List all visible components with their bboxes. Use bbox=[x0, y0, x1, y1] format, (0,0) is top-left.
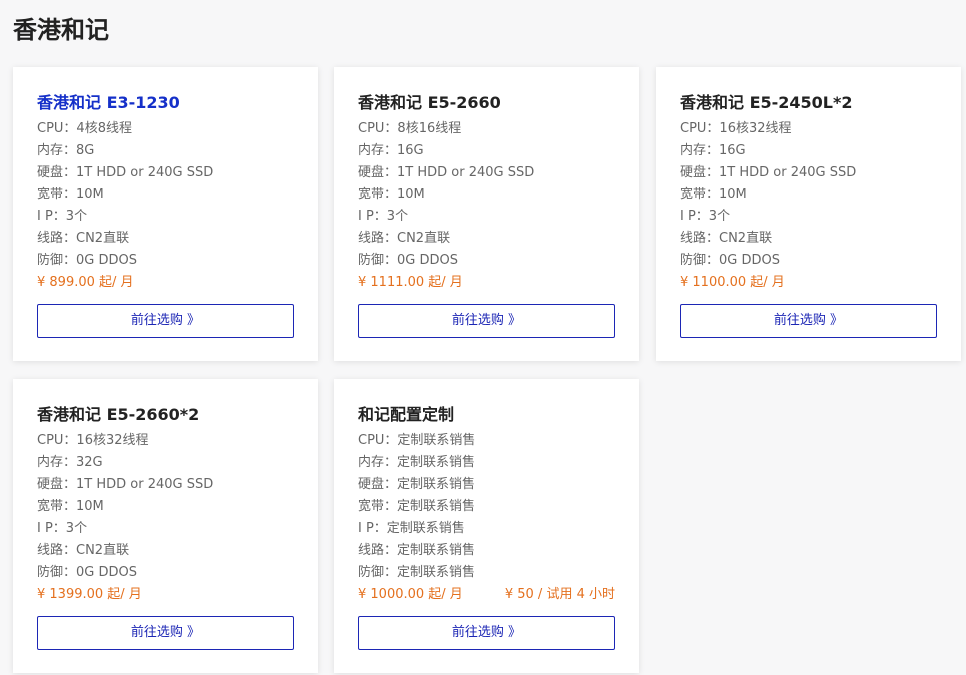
spec-ip: I P：3个 bbox=[358, 209, 409, 224]
price: ¥ 1000.00 起/ 月 bbox=[358, 587, 463, 602]
spec-memory: 内存：8G bbox=[37, 143, 95, 158]
product-card-e5-2660-x2: 香港和记 E5-2660*2 CPU：16核32线程 内存：32G 硬盘：1T … bbox=[13, 379, 318, 673]
price-row: ¥ 1111.00 起/ 月 bbox=[358, 272, 615, 294]
spec-line: 线路：CN2直联 bbox=[358, 231, 451, 246]
trial-price: ¥ 50 / 试用 4 小时 bbox=[504, 587, 615, 602]
buy-button[interactable]: 前往选购 》 bbox=[358, 616, 615, 650]
spec-ip: I P：3个 bbox=[37, 521, 88, 536]
spec-ip: I P：3个 bbox=[680, 209, 731, 224]
spec-line: 线路：CN2直联 bbox=[37, 231, 130, 246]
spec-bandwidth: 宽带：10M bbox=[358, 187, 425, 202]
product-card-e5-2660: 香港和记 E5-2660 CPU：8核16线程 内存：16G 硬盘：1T HDD… bbox=[334, 67, 639, 361]
spec-line: 线路：定制联系销售 bbox=[358, 543, 476, 558]
spec-defense: 防御：0G DDOS bbox=[358, 253, 458, 268]
buy-button[interactable]: 前往选购 》 bbox=[37, 304, 294, 338]
card-title[interactable]: 香港和记 E5-2660 bbox=[358, 91, 615, 115]
price-row: ¥ 899.00 起/ 月 bbox=[37, 272, 294, 294]
spec-defense: 防御：0G DDOS bbox=[37, 565, 137, 580]
spec-cpu: CPU：16核32线程 bbox=[680, 121, 792, 136]
spec-memory: 内存：32G bbox=[37, 455, 103, 470]
spec-line: 线路：CN2直联 bbox=[37, 543, 130, 558]
price: ¥ 1111.00 起/ 月 bbox=[358, 275, 463, 290]
spec-bandwidth: 宽带：10M bbox=[37, 499, 104, 514]
card-title[interactable]: 香港和记 E5-2450L*2 bbox=[680, 91, 937, 115]
price-row: ¥ 1000.00 起/ 月 ¥ 50 / 试用 4 小时 bbox=[358, 584, 615, 606]
spec-cpu: CPU：16核32线程 bbox=[37, 433, 149, 448]
price: ¥ 899.00 起/ 月 bbox=[37, 275, 134, 290]
price-row: ¥ 1399.00 起/ 月 bbox=[37, 584, 294, 606]
spec-cpu: CPU：4核8线程 bbox=[37, 121, 132, 136]
card-title[interactable]: 和记配置定制 bbox=[358, 403, 615, 427]
buy-button[interactable]: 前往选购 》 bbox=[680, 304, 937, 338]
spec-memory: 内存：16G bbox=[680, 143, 746, 158]
spec-disk: 硬盘：1T HDD or 240G SSD bbox=[358, 165, 535, 180]
spec-bandwidth: 宽带：10M bbox=[37, 187, 104, 202]
price: ¥ 1399.00 起/ 月 bbox=[37, 587, 142, 602]
spec-defense: 防御：0G DDOS bbox=[37, 253, 137, 268]
product-card-e3-1230: 香港和记 E3-1230 CPU：4核8线程 内存：8G 硬盘：1T HDD o… bbox=[13, 67, 318, 361]
product-card-custom: 和记配置定制 CPU：定制联系销售 内存：定制联系销售 硬盘：定制联系销售 宽带… bbox=[334, 379, 639, 673]
page-title: 香港和记 bbox=[13, 16, 109, 44]
spec-disk: 硬盘：定制联系销售 bbox=[358, 477, 476, 492]
spec-cpu: CPU：8核16线程 bbox=[358, 121, 462, 136]
product-card-e5-2450l-x2: 香港和记 E5-2450L*2 CPU：16核32线程 内存：16G 硬盘：1T… bbox=[656, 67, 961, 361]
spec-line: 线路：CN2直联 bbox=[680, 231, 773, 246]
spec-ip: I P：3个 bbox=[37, 209, 88, 224]
spec-memory: 内存：16G bbox=[358, 143, 424, 158]
price: ¥ 1100.00 起/ 月 bbox=[680, 275, 785, 290]
spec-bandwidth: 宽带：定制联系销售 bbox=[358, 499, 476, 514]
price-row: ¥ 1100.00 起/ 月 bbox=[680, 272, 937, 294]
spec-disk: 硬盘：1T HDD or 240G SSD bbox=[37, 165, 214, 180]
spec-disk: 硬盘：1T HDD or 240G SSD bbox=[680, 165, 857, 180]
spec-defense: 防御：定制联系销售 bbox=[358, 565, 476, 580]
card-title[interactable]: 香港和记 E5-2660*2 bbox=[37, 403, 294, 427]
spec-bandwidth: 宽带：10M bbox=[680, 187, 747, 202]
buy-button[interactable]: 前往选购 》 bbox=[37, 616, 294, 650]
spec-cpu: CPU：定制联系销售 bbox=[358, 433, 476, 448]
spec-ip: I P：定制联系销售 bbox=[358, 521, 465, 536]
spec-disk: 硬盘：1T HDD or 240G SSD bbox=[37, 477, 214, 492]
card-title[interactable]: 香港和记 E3-1230 bbox=[37, 91, 294, 115]
spec-memory: 内存：定制联系销售 bbox=[358, 455, 476, 470]
spec-defense: 防御：0G DDOS bbox=[680, 253, 780, 268]
buy-button[interactable]: 前往选购 》 bbox=[358, 304, 615, 338]
